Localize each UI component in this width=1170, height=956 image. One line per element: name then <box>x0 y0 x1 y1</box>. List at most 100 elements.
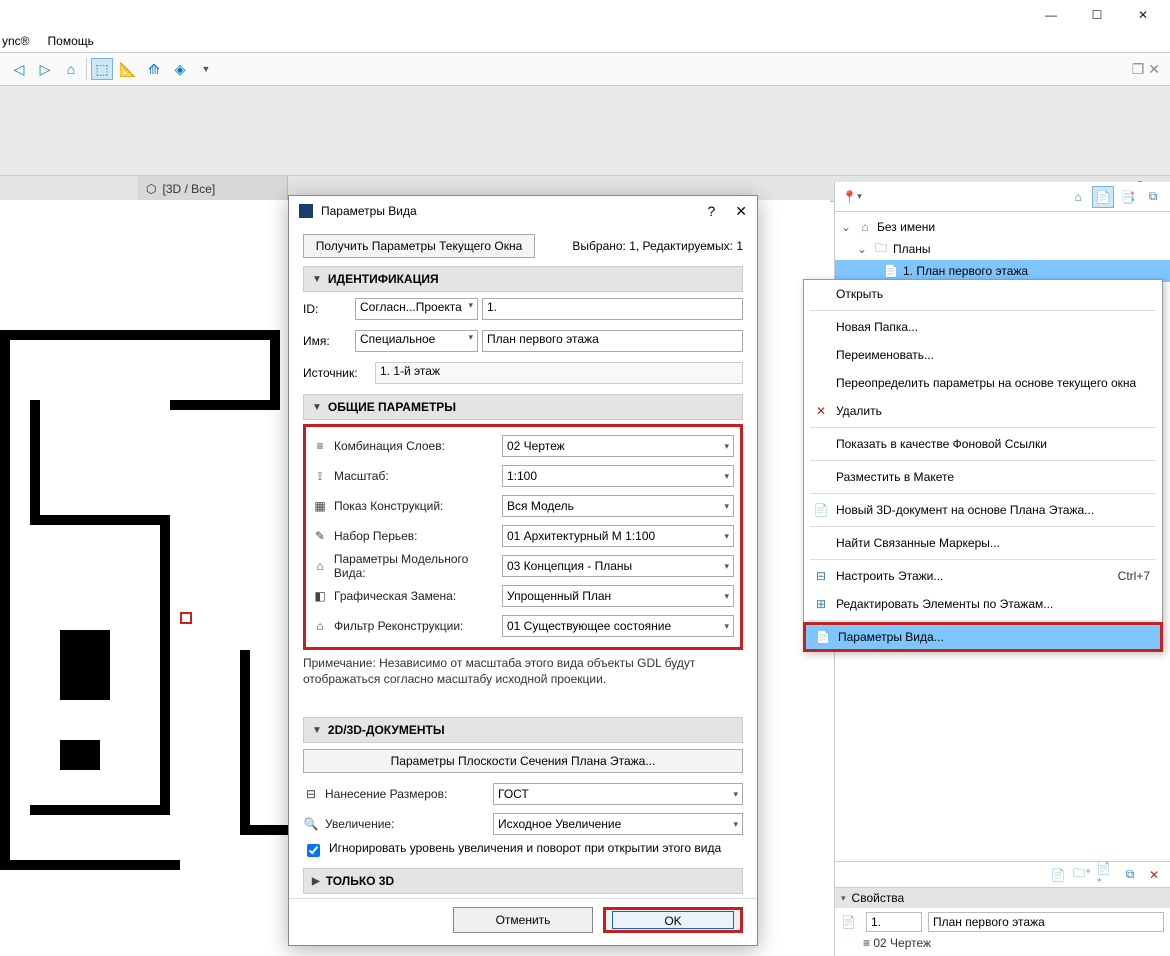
cube-icon: ⬡ <box>146 182 156 196</box>
tree-folder-plans[interactable]: ⌄🗀 Планы <box>835 238 1170 260</box>
renovation-filter-select[interactable]: 01 Существующее состояние▾ <box>502 615 734 637</box>
ctx-rename[interactable]: Переименовать... <box>804 341 1162 369</box>
menu-help[interactable]: Помощь <box>48 34 94 48</box>
dimension-icon: ⊟ <box>303 787 319 801</box>
id-field[interactable]: 1. <box>482 298 743 320</box>
ctx-view-settings[interactable]: 📄Параметры Вида... <box>803 622 1163 652</box>
tab-3d[interactable]: ⬡ [3D / Все] <box>138 176 288 201</box>
view-tree[interactable]: ⌄⌂ Без имени ⌄🗀 Планы 📄 1. План первого … <box>835 212 1170 286</box>
source-field: 1. 1-й этаж <box>375 362 743 384</box>
dropdown-icon[interactable]: ▼ <box>195 58 217 80</box>
graphic-override-select[interactable]: Упрощенный План▾ <box>502 585 734 607</box>
menubar: ync® Помощь <box>0 30 1170 52</box>
section-identification[interactable]: ▼ИДЕНТИФИКАЦИЯ <box>303 266 743 292</box>
ctx-override-params[interactable]: Переопределить параметры на основе текущ… <box>804 369 1162 397</box>
ctx-open[interactable]: Открыть <box>804 280 1162 308</box>
view-map-icon[interactable]: 📄 <box>1092 186 1114 208</box>
view-icon[interactable]: ⟰ <box>143 58 165 80</box>
layout-book-icon[interactable]: 📑 <box>1117 186 1139 208</box>
view-settings-dialog: Параметры Вида ? ✕ Получить Параметры Те… <box>288 195 758 946</box>
structure-display-select[interactable]: Вся Модель▾ <box>502 495 734 517</box>
home-icon[interactable]: ⌂ <box>60 58 82 80</box>
cancel-button[interactable]: Отменить <box>453 907 593 933</box>
new-folder-icon[interactable]: 🗀⁺ <box>1072 865 1092 885</box>
properties-header[interactable]: ▾ Свойства <box>835 888 1170 908</box>
navigator-tabs: 📍▾ ⌂ 📄 📑 ⧉ <box>835 182 1170 212</box>
app-logo-icon <box>299 204 313 218</box>
selected-element-marker[interactable] <box>180 612 192 624</box>
get-current-window-button[interactable]: Получить Параметры Текущего Окна <box>303 234 535 258</box>
close-panel-icon[interactable]: ✕ <box>1148 61 1160 78</box>
clone-icon[interactable]: ⧉ <box>1120 865 1140 885</box>
tab-label: [3D / Все] <box>162 182 215 196</box>
stories-icon: ⊟ <box>812 569 830 583</box>
tree-root[interactable]: ⌄⌂ Без имени <box>835 216 1170 238</box>
delete-icon[interactable]: ✕ <box>1144 865 1164 885</box>
common-params-highlight: ≡Комбинация Слоев:02 Чертеж▾ ⟟Масштаб:1:… <box>303 424 743 650</box>
view-settings-icon: 📄 <box>814 630 832 644</box>
pen-set-select[interactable]: 01 Архитектурный М 1:100▾ <box>502 525 734 547</box>
back-icon[interactable]: ◁ <box>8 58 30 80</box>
section-common[interactable]: ▼ОБЩИЕ ПАРАМЕТРЫ <box>303 394 743 420</box>
toolbar-right: ❐ ✕ <box>1132 61 1160 78</box>
navigator-toolbar: 📄 🗀⁺ 📄⁺ ⧉ ✕ <box>835 861 1170 887</box>
new-view-icon[interactable]: 📄⁺ <box>1096 865 1116 885</box>
id-label: ID: <box>303 302 355 316</box>
ctx-find-markers[interactable]: Найти Связанные Маркеры... <box>804 529 1162 557</box>
menu-sync[interactable]: ync® <box>2 34 30 48</box>
project-map-icon[interactable]: ⌂ <box>1067 186 1089 208</box>
toolbar: ◁ ▷ ⌂ ⬚ 📐 ⟰ ◈ ▼ ❐ ✕ <box>0 52 1170 86</box>
scale-select[interactable]: 1:100▾ <box>502 465 734 487</box>
measure-icon[interactable]: 📐 <box>117 58 139 80</box>
dialog-close-icon[interactable]: ✕ <box>735 203 747 220</box>
ignore-zoom-label: Игнорировать уровень увеличения и поворо… <box>329 841 743 855</box>
minimize-button[interactable]: — <box>1028 0 1074 30</box>
scale-icon: ⟟ <box>312 469 328 484</box>
maximize-button[interactable]: ☐ <box>1074 0 1120 30</box>
layer-combination-select[interactable]: 02 Чертеж▾ <box>502 435 734 457</box>
section-3d-only[interactable]: ▶ТОЛЬКО 3D <box>303 868 743 894</box>
ctx-show-reference[interactable]: Показать в качестве Фоновой Ссылки <box>804 430 1162 458</box>
properties-section: ▾ Свойства 📄 ≡ 02 Чертеж <box>835 887 1170 956</box>
restore-icon[interactable]: ❐ <box>1132 61 1145 78</box>
section-2d3d[interactable]: ▼2D/3D-ДОКУМЕНТЫ <box>303 717 743 743</box>
zoom-select[interactable]: Исходное Увеличение▾ <box>493 813 743 835</box>
cut-plane-button[interactable]: Параметры Плоскости Сечения Плана Этажа.… <box>303 749 743 773</box>
ctx-delete[interactable]: ✕Удалить <box>804 397 1162 425</box>
ignore-zoom-checkbox[interactable] <box>307 844 320 857</box>
shape-icon[interactable]: ◈ <box>169 58 191 80</box>
layers-icon: ≡ <box>863 936 870 950</box>
close-button[interactable]: ✕ <box>1120 0 1166 30</box>
navigator-bottom: 📄 🗀⁺ 📄⁺ ⧉ ✕ ▾ Свойства 📄 ≡ 02 Чертеж <box>835 861 1170 956</box>
name-label: Имя: <box>303 334 355 348</box>
marquee-icon[interactable]: ⬚ <box>91 58 113 80</box>
name-mode-select[interactable]: Специальное▾ <box>355 330 478 352</box>
layers-icon: ≡ <box>312 439 328 453</box>
doc-icon: 📄 <box>841 915 860 929</box>
ok-button[interactable]: OK <box>603 907 743 933</box>
scale-note: Примечание: Независимо от масштаба этого… <box>303 656 743 687</box>
forward-icon[interactable]: ▷ <box>34 58 56 80</box>
dimensions-select[interactable]: ГОСТ▾ <box>493 783 743 805</box>
ctx-place-on-layout[interactable]: Разместить в Макете <box>804 463 1162 491</box>
modelview-icon: ⌂ <box>312 559 328 573</box>
ctx-new-folder[interactable]: Новая Папка... <box>804 313 1162 341</box>
settings-icon[interactable]: 📄 <box>1048 865 1068 885</box>
ctx-edit-story-elements[interactable]: ⊞Редактировать Элементы по Этажам... <box>804 590 1162 618</box>
reno-icon: ⌂ <box>312 619 328 633</box>
edit-stories-icon: ⊞ <box>812 597 830 611</box>
pin-icon[interactable]: 📍▾ <box>841 186 863 208</box>
model-view-select[interactable]: 03 Концепция - Планы▾ <box>502 555 734 577</box>
prop-layer: ≡ 02 Чертеж <box>835 936 1170 956</box>
id-mode-select[interactable]: Согласн...Проекта▾ <box>355 298 478 320</box>
name-field[interactable]: План первого этажа <box>482 330 743 352</box>
selection-info: Выбрано: 1, Редактируемых: 1 <box>572 239 743 253</box>
prop-name-input[interactable] <box>928 912 1164 932</box>
ctx-story-settings[interactable]: ⊟Настроить Этажи...Ctrl+7 <box>804 562 1162 590</box>
context-menu: Открыть Новая Папка... Переименовать... … <box>803 279 1163 652</box>
publisher-icon[interactable]: ⧉ <box>1142 186 1164 208</box>
ctx-new-3d-doc[interactable]: 📄Новый 3D-документ на основе Плана Этажа… <box>804 496 1162 524</box>
prop-id-input[interactable] <box>866 912 922 932</box>
zoom-icon: 🔍 <box>303 817 319 831</box>
help-icon[interactable]: ? <box>707 203 715 219</box>
